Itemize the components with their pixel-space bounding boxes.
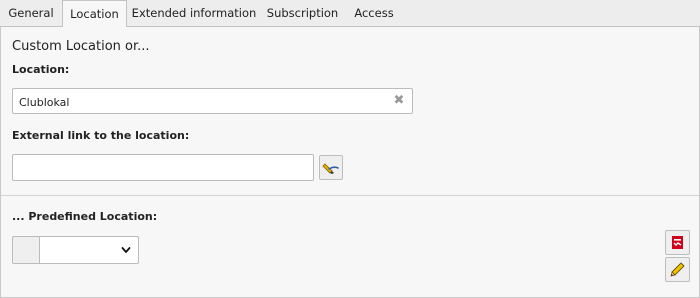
tab-label: General xyxy=(8,6,54,20)
external-link-input[interactable] xyxy=(12,154,314,181)
add-record-button[interactable] xyxy=(665,230,690,255)
tab-label: Access xyxy=(354,6,394,20)
tab-location[interactable]: Location xyxy=(62,0,127,28)
select-prefix xyxy=(12,236,40,264)
predefined-location-select[interactable] xyxy=(39,236,139,264)
link-wizard-button[interactable] xyxy=(319,155,343,180)
tab-label: Location xyxy=(70,7,119,21)
edit-button[interactable] xyxy=(665,257,690,282)
location-label: Location: xyxy=(12,63,70,76)
location-input[interactable]: Clublokal ✖ xyxy=(12,88,413,114)
section-heading: Custom Location or... xyxy=(12,39,150,54)
tab-subscription[interactable]: Subscription xyxy=(260,0,345,27)
record-add-icon xyxy=(672,236,683,249)
tab-label: Extended information xyxy=(131,6,257,20)
external-link-label: External link to the location: xyxy=(12,129,190,142)
tab-access[interactable]: Access xyxy=(345,0,403,27)
tab-label: Subscription xyxy=(266,6,339,20)
clear-icon[interactable]: ✖ xyxy=(392,94,406,108)
link-wizard-icon xyxy=(322,163,339,174)
location-value: Clublokal xyxy=(19,96,70,109)
predefined-location-label: ... Predefined Location: xyxy=(12,210,158,223)
pencil-icon xyxy=(670,262,685,277)
section-divider xyxy=(1,195,699,196)
tab-general[interactable]: General xyxy=(0,0,62,27)
location-panel: Custom Location or... Location: Clubloka… xyxy=(0,27,700,298)
chevron-down-icon xyxy=(121,247,131,253)
tab-bar: General Location Extended information Su… xyxy=(0,0,700,28)
tab-extended-information[interactable]: Extended information xyxy=(128,0,260,27)
